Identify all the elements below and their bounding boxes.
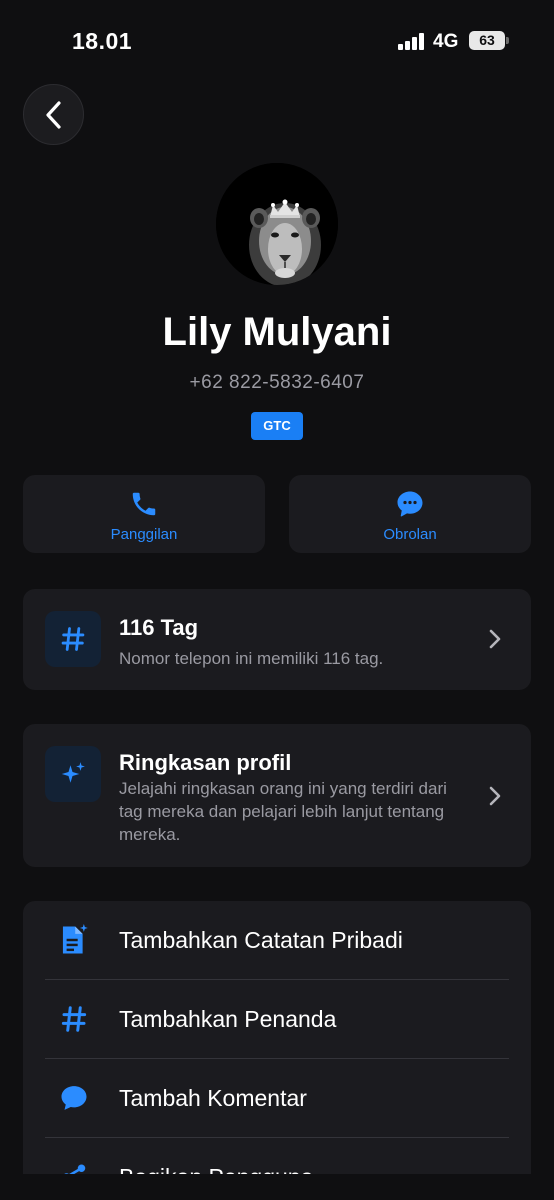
chat-button-label: Obrolan bbox=[383, 526, 437, 543]
status-bar: 18.01 4G 63 bbox=[0, 0, 554, 84]
chevron-right-icon bbox=[489, 786, 501, 806]
summary-description: Jelajahi ringkasan orang ini yang terdir… bbox=[119, 779, 447, 844]
battery-icon: 63 bbox=[469, 31, 505, 50]
summary-icon-box bbox=[45, 746, 101, 802]
menu-item-add-private-note[interactable]: Tambahkan Catatan Pribadi bbox=[23, 901, 531, 979]
bottom-edge bbox=[0, 1174, 554, 1200]
contact-profile-screen: 18.01 4G 63 Lily Mulyani +62 822-5832-64… bbox=[0, 0, 554, 1200]
signal-strength-icon bbox=[398, 32, 426, 50]
contact-phone-number[interactable]: +62 822-5832-6407 bbox=[0, 372, 554, 394]
network-type: 4G bbox=[433, 31, 459, 52]
call-button[interactable]: Panggilan bbox=[23, 475, 265, 553]
menu-item-label: Tambah Komentar bbox=[119, 1085, 307, 1111]
actions-menu: Tambahkan Catatan Pribadi Tambahkan Pena… bbox=[23, 901, 531, 1191]
tags-title: 116 Tag bbox=[119, 615, 199, 640]
sparkles-icon bbox=[61, 762, 85, 783]
comment-icon bbox=[61, 1086, 87, 1110]
menu-item-label: Tambahkan Catatan Pribadi bbox=[119, 927, 403, 953]
avatar[interactable] bbox=[216, 163, 338, 285]
battery-tip bbox=[506, 37, 509, 44]
carrier-badge: GTC bbox=[251, 412, 303, 440]
menu-item-add-tag[interactable]: Tambahkan Penanda bbox=[23, 980, 531, 1058]
profile-summary-card[interactable]: Ringkasan profil Jelajahi ringkasan oran… bbox=[23, 724, 531, 867]
lioness-with-crown-image bbox=[216, 163, 338, 285]
menu-item-label: Tambahkan Penanda bbox=[119, 1006, 337, 1032]
hashtag-icon bbox=[61, 1006, 87, 1032]
status-time: 18.01 bbox=[72, 28, 133, 54]
tags-card[interactable]: 116 Tag Nomor telepon ini memiliki 116 t… bbox=[23, 589, 531, 690]
back-button[interactable] bbox=[23, 84, 84, 145]
hashtag-icon bbox=[61, 627, 85, 651]
summary-title: Ringkasan profil bbox=[119, 750, 292, 775]
chat-button[interactable]: Obrolan bbox=[289, 475, 531, 553]
note-sparkle-icon bbox=[62, 924, 88, 954]
tags-description: Nomor telepon ini memiliki 116 tag. bbox=[119, 649, 384, 668]
chat-bubble-icon bbox=[397, 491, 423, 517]
call-button-label: Panggilan bbox=[110, 526, 178, 543]
chevron-right-icon bbox=[489, 629, 501, 649]
chevron-left-icon bbox=[45, 100, 61, 129]
phone-icon bbox=[132, 492, 156, 516]
tags-icon-box bbox=[45, 611, 101, 667]
contact-name: Lily Mulyani bbox=[162, 310, 392, 354]
menu-item-add-comment[interactable]: Tambah Komentar bbox=[23, 1059, 531, 1137]
